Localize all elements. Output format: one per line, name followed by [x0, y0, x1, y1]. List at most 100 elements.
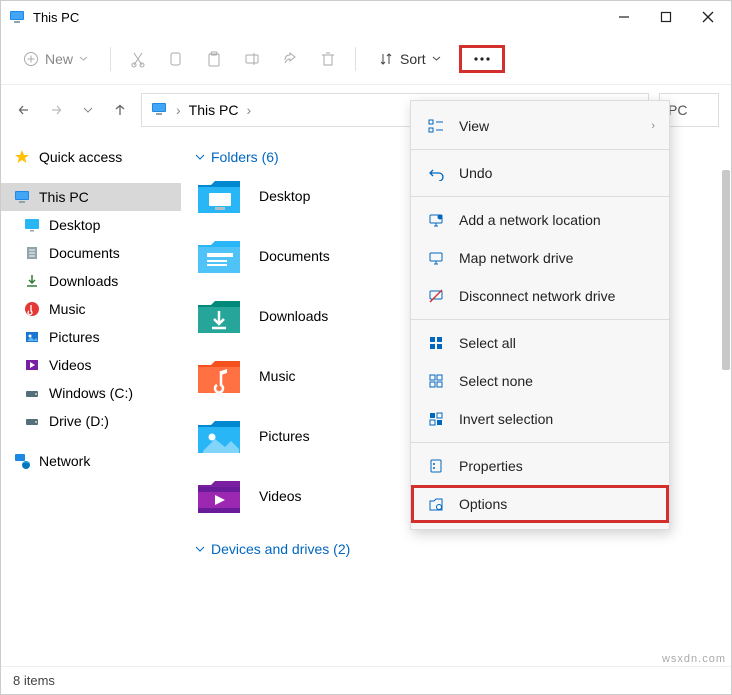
sidebar-this-pc[interactable]: This PC — [1, 183, 181, 211]
menu-map-network-drive[interactable]: Map network drive — [411, 239, 669, 277]
sidebar-item-pictures[interactable]: Pictures — [1, 323, 181, 351]
group-label: Devices and drives (2) — [211, 541, 350, 557]
menu-separator — [411, 442, 669, 443]
sidebar-item-downloads[interactable]: Downloads — [1, 267, 181, 295]
menu-properties[interactable]: Properties — [411, 447, 669, 485]
select-all-icon — [427, 334, 445, 352]
sidebar-item-label: Pictures — [49, 329, 100, 345]
documents-icon — [23, 244, 41, 262]
folder-label: Documents — [259, 248, 330, 264]
copy-button[interactable] — [161, 44, 191, 74]
invert-selection-icon — [427, 410, 445, 428]
window-controls — [617, 10, 723, 24]
sort-button[interactable]: Sort — [368, 45, 451, 73]
this-pc-icon — [9, 9, 25, 25]
pictures-icon — [23, 328, 41, 346]
delete-icon — [319, 50, 337, 68]
more-menu: View › Undo Add a network location Map n… — [410, 100, 670, 530]
chevron-down-icon — [83, 105, 93, 115]
disconnect-drive-icon — [427, 287, 445, 305]
new-button[interactable]: New — [13, 45, 98, 73]
drive-icon — [23, 384, 41, 402]
delete-button[interactable] — [313, 44, 343, 74]
menu-undo[interactable]: Undo — [411, 154, 669, 192]
menu-label: View — [459, 118, 489, 134]
vertical-scrollbar[interactable] — [722, 170, 730, 370]
close-button[interactable] — [701, 10, 715, 24]
downloads-icon — [23, 272, 41, 290]
menu-view[interactable]: View › — [411, 107, 669, 145]
menu-label: Map network drive — [459, 250, 573, 266]
documents-folder-icon — [195, 235, 243, 277]
sidebar-item-label: Quick access — [39, 149, 122, 165]
minimize-button[interactable] — [617, 10, 631, 24]
plus-circle-icon — [23, 51, 39, 67]
folder-label: Downloads — [259, 308, 328, 324]
window-title: This PC — [33, 10, 617, 25]
sidebar-item-label: This PC — [39, 189, 89, 205]
toolbar-divider — [110, 47, 111, 71]
status-bar: 8 items — [1, 666, 731, 694]
devices-group-header[interactable]: Devices and drives (2) — [195, 535, 731, 567]
sort-icon — [378, 51, 394, 67]
item-count: 8 items — [13, 673, 55, 688]
sidebar-item-drive-d[interactable]: Drive (D:) — [1, 407, 181, 435]
toolbar: New Sort — [1, 33, 731, 85]
music-folder-icon — [195, 355, 243, 397]
this-pc-icon — [150, 100, 168, 121]
sidebar-item-music[interactable]: Music — [1, 295, 181, 323]
sidebar-item-label: Windows (C:) — [49, 385, 133, 401]
maximize-button[interactable] — [659, 10, 673, 24]
sidebar-item-label: Music — [49, 301, 86, 317]
menu-label: Properties — [459, 458, 523, 474]
up-button[interactable] — [109, 99, 131, 121]
menu-options[interactable]: Options — [411, 485, 669, 523]
cut-button[interactable] — [123, 44, 153, 74]
sidebar-quick-access[interactable]: Quick access — [1, 143, 181, 171]
sidebar-network[interactable]: Network — [1, 447, 181, 475]
menu-label: Invert selection — [459, 411, 553, 427]
paste-icon — [205, 50, 223, 68]
folder-label: Desktop — [259, 188, 310, 204]
chevron-down-icon — [79, 54, 88, 63]
chevron-right-icon: › — [176, 102, 181, 118]
rename-button[interactable] — [237, 44, 267, 74]
menu-separator — [411, 196, 669, 197]
more-icon — [472, 52, 492, 66]
chevron-down-icon — [432, 54, 441, 63]
menu-select-all[interactable]: Select all — [411, 324, 669, 362]
arrow-right-icon — [48, 102, 64, 118]
more-button[interactable] — [459, 45, 505, 73]
sidebar-item-desktop[interactable]: Desktop — [1, 211, 181, 239]
sidebar-item-label: Documents — [49, 245, 120, 261]
copy-icon — [167, 50, 185, 68]
desktop-folder-icon — [195, 175, 243, 217]
recent-dropdown[interactable] — [77, 99, 99, 121]
back-button[interactable] — [13, 99, 35, 121]
titlebar: This PC — [1, 1, 731, 33]
sidebar-item-videos[interactable]: Videos — [1, 351, 181, 379]
chevron-down-icon — [195, 544, 205, 554]
menu-disconnect-network-drive[interactable]: Disconnect network drive — [411, 277, 669, 315]
share-icon — [281, 50, 299, 68]
menu-add-network-location[interactable]: Add a network location — [411, 201, 669, 239]
properties-icon — [427, 457, 445, 475]
sidebar-item-windows-c[interactable]: Windows (C:) — [1, 379, 181, 407]
folder-label: Pictures — [259, 428, 310, 444]
menu-separator — [411, 319, 669, 320]
folder-label: Music — [259, 368, 296, 384]
sort-label: Sort — [400, 51, 426, 67]
address-path: This PC — [189, 102, 239, 118]
menu-select-none[interactable]: Select none — [411, 362, 669, 400]
share-button[interactable] — [275, 44, 305, 74]
paste-button[interactable] — [199, 44, 229, 74]
forward-button[interactable] — [45, 99, 67, 121]
sidebar-item-documents[interactable]: Documents — [1, 239, 181, 267]
sidebar-item-label: Downloads — [49, 273, 118, 289]
menu-label: Disconnect network drive — [459, 288, 615, 304]
menu-invert-selection[interactable]: Invert selection — [411, 400, 669, 438]
menu-label: Select none — [459, 373, 533, 389]
star-icon — [13, 148, 31, 166]
downloads-folder-icon — [195, 295, 243, 337]
sidebar-item-label: Drive (D:) — [49, 413, 109, 429]
